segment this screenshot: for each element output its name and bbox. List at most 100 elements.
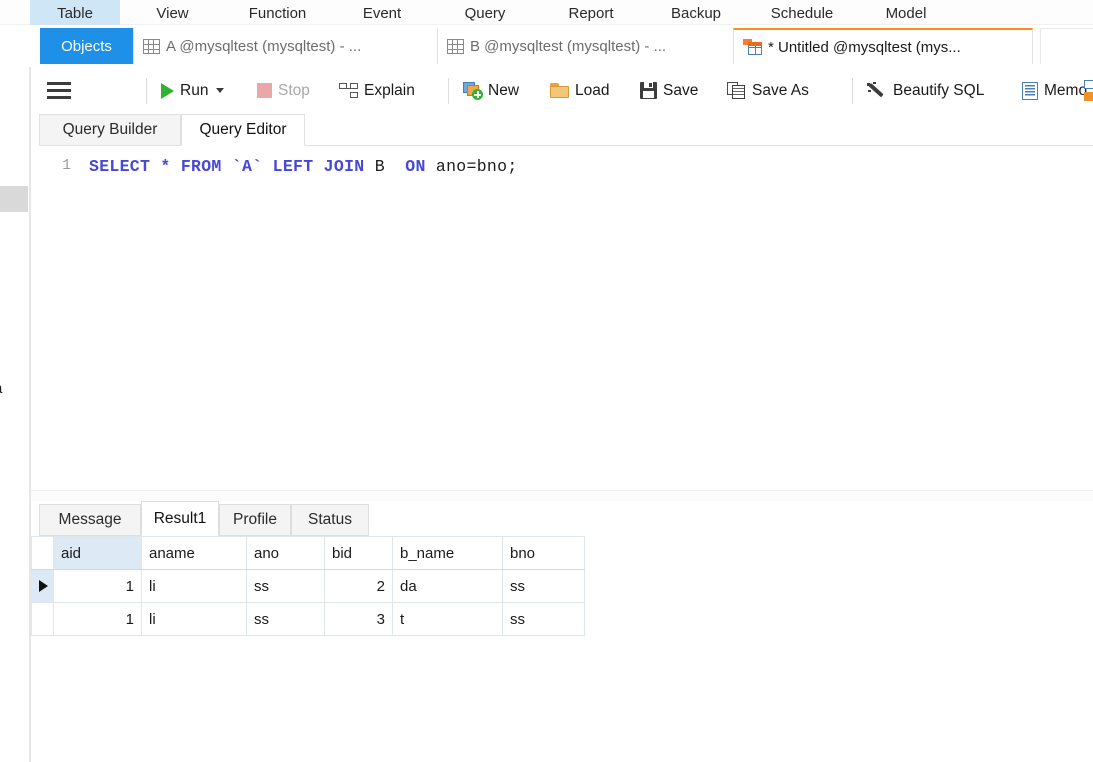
cell-aid[interactable]: 1 bbox=[53, 569, 142, 603]
menu-item-event[interactable]: Event bbox=[338, 0, 426, 25]
tab-strip-overflow[interactable] bbox=[1040, 28, 1093, 64]
sql-token: LEFT bbox=[272, 157, 314, 176]
menu-item-table[interactable]: Table bbox=[30, 0, 120, 25]
cell-ano[interactable]: ss bbox=[246, 569, 325, 603]
row-selector[interactable] bbox=[31, 569, 54, 603]
table-row[interactable]: 1 li ss 3 t ss bbox=[31, 602, 585, 636]
memo-button[interactable]: Memo bbox=[1022, 67, 1093, 114]
beautify-sql-button[interactable]: Beautify SQL bbox=[867, 67, 984, 114]
tab-table-a[interactable]: A @mysqltest (mysqltest) - ... bbox=[133, 28, 413, 64]
column-header-aname[interactable]: aname bbox=[141, 536, 247, 570]
tab-message[interactable]: Message bbox=[39, 504, 141, 536]
sql-token: B bbox=[374, 157, 385, 176]
sql-code-line[interactable]: SELECT * FROM `A` LEFT JOIN B ON ano=bno… bbox=[89, 157, 518, 176]
result-grid[interactable]: aid aname ano bid b_name bno 1 li ss 2 da ss 1 li ss 3… bbox=[30, 536, 1093, 762]
column-header-aid[interactable]: aid bbox=[53, 536, 142, 570]
load-button[interactable]: Load bbox=[550, 67, 609, 114]
sql-editor[interactable]: 1 SELECT * FROM `A` LEFT JOIN B ON ano=b… bbox=[30, 146, 1093, 490]
cell-b_name[interactable]: da bbox=[392, 569, 503, 603]
menu-item-schedule[interactable]: Schedule bbox=[752, 0, 852, 25]
result-table: aid aname ano bid b_name bno 1 li ss 2 da ss 1 li ss 3… bbox=[31, 536, 585, 636]
toolbar-separator bbox=[146, 78, 147, 104]
toolbar-menu-button[interactable] bbox=[47, 67, 71, 114]
floppy-icon bbox=[640, 82, 657, 99]
left-panel-gray-block bbox=[0, 186, 28, 212]
row-selector[interactable] bbox=[31, 602, 54, 636]
column-header-ano[interactable]: ano bbox=[246, 536, 325, 570]
cell-aname[interactable]: li bbox=[141, 602, 247, 636]
cell-bno[interactable]: ss bbox=[502, 602, 585, 636]
hamburger-menu-icon bbox=[47, 82, 71, 99]
grid-table-icon bbox=[143, 38, 160, 54]
save-as-button-label: Save As bbox=[752, 81, 809, 99]
tab-profile[interactable]: Profile bbox=[219, 504, 291, 536]
cell-bno[interactable]: ss bbox=[502, 569, 585, 603]
sql-token: JOIN bbox=[323, 157, 365, 176]
cell-aid[interactable]: 1 bbox=[53, 602, 142, 636]
menu-item-backup[interactable]: Backup bbox=[650, 0, 742, 25]
left-panel-edge: a bbox=[0, 0, 30, 762]
stop-icon bbox=[257, 83, 272, 98]
tab-result1[interactable]: Result1 bbox=[141, 501, 219, 536]
tab-query-builder[interactable]: Query Builder bbox=[39, 114, 181, 146]
run-button[interactable]: Run bbox=[161, 67, 225, 114]
cell-b_name[interactable]: t bbox=[392, 602, 503, 636]
save-as-button[interactable]: Save As bbox=[727, 67, 809, 114]
save-as-icon bbox=[727, 82, 746, 99]
column-header-bid[interactable]: bid bbox=[324, 536, 393, 570]
magic-wand-icon bbox=[867, 81, 887, 100]
folder-icon bbox=[550, 83, 569, 98]
tab-query-builder-label: Query Builder bbox=[62, 121, 158, 138]
cell-ano[interactable]: ss bbox=[246, 602, 325, 636]
cell-bid[interactable]: 2 bbox=[324, 569, 393, 603]
tab-result1-label: Result1 bbox=[153, 509, 207, 527]
tab-table-b-label: B @mysqltest (mysqltest) - ... bbox=[470, 37, 667, 55]
result-panel-splitter[interactable] bbox=[30, 490, 1093, 501]
tab-profile-label: Profile bbox=[233, 511, 277, 528]
save-button[interactable]: Save bbox=[640, 67, 698, 114]
tab-query-editor[interactable]: Query Editor bbox=[181, 114, 305, 146]
menu-item-label: Query bbox=[464, 5, 506, 22]
run-button-label: Run bbox=[180, 81, 209, 99]
new-button[interactable]: New bbox=[463, 67, 519, 114]
memo-button-label: Memo bbox=[1044, 81, 1088, 99]
tab-untitled-query[interactable]: * Untitled @mysqltest (mys... bbox=[733, 28, 1033, 64]
sql-token: ano=bno; bbox=[435, 157, 518, 176]
tab-status[interactable]: Status bbox=[291, 504, 369, 536]
result-table-head: aid aname ano bid b_name bno bbox=[31, 536, 585, 570]
menu-item-label: Model bbox=[885, 5, 927, 22]
toolbar-overflow-icon[interactable] bbox=[1084, 80, 1093, 102]
menu-item-function[interactable]: Function bbox=[225, 0, 330, 25]
menu-item-report[interactable]: Report bbox=[545, 0, 637, 25]
row-header-corner bbox=[31, 536, 54, 570]
grid-table-icon bbox=[447, 38, 464, 54]
cell-bid[interactable]: 3 bbox=[324, 602, 393, 636]
tab-query-editor-label: Query Editor bbox=[199, 121, 287, 138]
play-icon bbox=[161, 82, 174, 99]
stop-button[interactable]: Stop bbox=[257, 67, 310, 114]
cell-aname[interactable]: li bbox=[141, 569, 247, 603]
table-row[interactable]: 1 li ss 2 da ss bbox=[31, 569, 585, 603]
tab-objects-label: Objects bbox=[61, 37, 112, 55]
sql-token: ON bbox=[405, 157, 426, 176]
sql-token: * bbox=[160, 157, 171, 176]
column-header-bno[interactable]: bno bbox=[502, 536, 585, 570]
tab-objects[interactable]: Objects bbox=[40, 28, 133, 64]
menu-item-model[interactable]: Model bbox=[865, 0, 947, 25]
editor-mode-tabs: Query Builder Query Editor bbox=[30, 114, 1093, 146]
main-menu-bar: Table View Function Event Query Report Backup S… bbox=[0, 0, 1093, 25]
tab-strip-left-gap bbox=[0, 25, 30, 67]
menu-item-view[interactable]: View bbox=[130, 0, 215, 25]
memo-icon bbox=[1022, 81, 1038, 100]
tab-table-b[interactable]: B @mysqltest (mysqltest) - ... bbox=[437, 28, 727, 64]
chevron-down-icon[interactable] bbox=[216, 88, 225, 93]
explain-button[interactable]: Explain bbox=[339, 67, 415, 114]
column-header-b_name[interactable]: b_name bbox=[392, 536, 503, 570]
menu-item-query[interactable]: Query bbox=[440, 0, 530, 25]
